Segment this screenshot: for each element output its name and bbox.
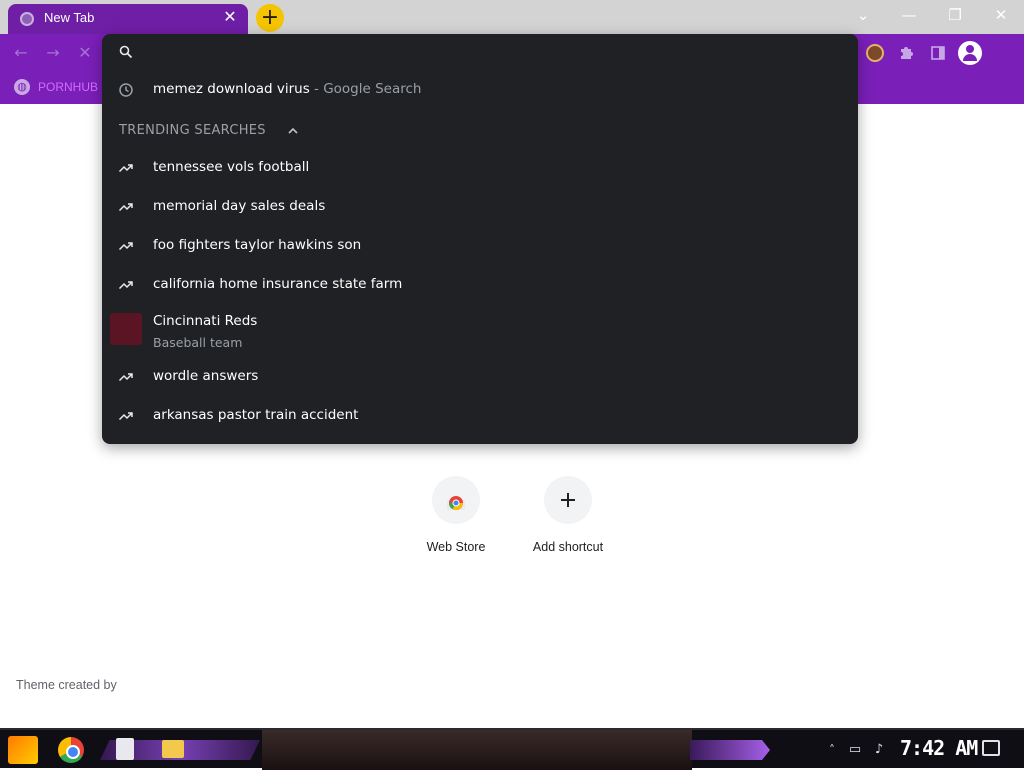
- shortcut-tile: [544, 476, 592, 524]
- volume-icon[interactable]: ♪: [870, 740, 888, 760]
- shortcut-tile: [432, 476, 480, 524]
- suggestion-query: memez download virus: [153, 81, 310, 97]
- entity-thumbnail: [110, 313, 142, 345]
- notification-icon[interactable]: [982, 740, 1000, 756]
- folder-icon[interactable]: [162, 740, 184, 758]
- suggestion-trending[interactable]: california home insurance state farm: [102, 265, 858, 304]
- trending-icon: [118, 412, 133, 421]
- chrome-web-store-icon: [447, 496, 465, 510]
- tab-new-tab[interactable]: New Tab ✕: [8, 4, 248, 34]
- bookmark-item[interactable]: PORNHUB: [38, 80, 98, 94]
- chrome-icon[interactable]: [58, 737, 84, 763]
- trending-searches-header: TRENDING SEARCHES: [119, 123, 266, 138]
- clock-history-icon: [119, 83, 133, 97]
- taskbar: ˄ ▭ ♪ 7:42 AM: [0, 728, 1024, 770]
- theme-credit[interactable]: Theme created by: [16, 678, 117, 692]
- trending-icon: [118, 164, 133, 173]
- minimize-button[interactable]: —: [894, 4, 924, 26]
- tab-favicon-icon: [20, 12, 34, 26]
- shortcut-label: Web Store: [426, 540, 486, 554]
- omnibox-input-row: [102, 34, 858, 70]
- trending-icon: [118, 373, 133, 382]
- start-button[interactable]: [8, 736, 38, 764]
- suggestion-text: tennessee vols football: [153, 159, 310, 175]
- taskbar-decoration: [690, 740, 770, 760]
- shortcut-web-store[interactable]: Web Store: [406, 476, 506, 556]
- profile-avatar-icon[interactable]: [958, 41, 982, 65]
- tab-close-icon[interactable]: ✕: [220, 7, 240, 27]
- trending-icon: [118, 203, 133, 212]
- suggestion-text: california home insurance state farm: [153, 276, 403, 292]
- plus-icon: [561, 493, 575, 507]
- trending-icon: [118, 242, 133, 251]
- chevron-up-icon[interactable]: [286, 124, 300, 138]
- search-icon: [119, 45, 133, 59]
- clock[interactable]: 7:42 AM: [900, 736, 978, 760]
- suggestion-suffix: - Google Search: [309, 81, 422, 97]
- suggestion-trending[interactable]: foo fighters taylor hawkins son: [102, 226, 858, 265]
- taskbar-image-decoration: [262, 730, 692, 770]
- suggestion-trending[interactable]: arkansas pastor train accident: [102, 396, 858, 435]
- extensions-puzzle-icon[interactable]: [894, 41, 918, 65]
- extension-avatar-icon[interactable]: [866, 44, 884, 62]
- tray-overflow-icon[interactable]: ˄: [826, 740, 838, 760]
- suggestion-trending[interactable]: tennessee vols football: [102, 148, 858, 187]
- new-tab-button[interactable]: +: [256, 4, 284, 32]
- tab-title: New Tab: [44, 10, 95, 25]
- back-button[interactable]: ←: [10, 42, 32, 64]
- close-window-button[interactable]: ✕: [986, 4, 1016, 26]
- stop-button[interactable]: ✕: [74, 42, 96, 64]
- suggestion-history[interactable]: memez download virus - Google Search: [102, 70, 858, 109]
- suggestion-text: arkansas pastor train accident: [153, 407, 359, 423]
- suggestion-trending[interactable]: memorial day sales deals: [102, 187, 858, 226]
- entity-subtitle: Baseball team: [153, 335, 243, 350]
- address-bar-input[interactable]: [146, 40, 746, 64]
- suggestion-text: wordle answers: [153, 368, 259, 384]
- suggestion-text: memez download virus - Google Search: [153, 81, 421, 97]
- title-bar: New Tab ✕ + ⌄ — ❐ ✕: [0, 0, 1024, 34]
- restore-button[interactable]: ❐: [940, 4, 970, 26]
- suggestion-text: memorial day sales deals: [153, 198, 326, 214]
- omnibox-dropdown: memez download virus - Google Search TRE…: [102, 34, 858, 444]
- side-panel-icon[interactable]: [926, 41, 950, 65]
- forward-button[interactable]: →: [42, 42, 64, 64]
- globe-icon: ◍: [14, 79, 30, 95]
- suggestion-trending[interactable]: wordle answers: [102, 357, 858, 396]
- tab-search-icon[interactable]: ⌄: [848, 4, 878, 26]
- network-icon[interactable]: ▭: [846, 740, 864, 760]
- trending-icon: [118, 281, 133, 290]
- shortcut-label: Add shortcut: [532, 540, 604, 554]
- add-shortcut-button[interactable]: Add shortcut: [518, 476, 618, 556]
- entity-title: Cincinnati Reds: [153, 313, 258, 329]
- suggestion-text: foo fighters taylor hawkins son: [153, 237, 362, 253]
- file-icon[interactable]: [116, 738, 134, 760]
